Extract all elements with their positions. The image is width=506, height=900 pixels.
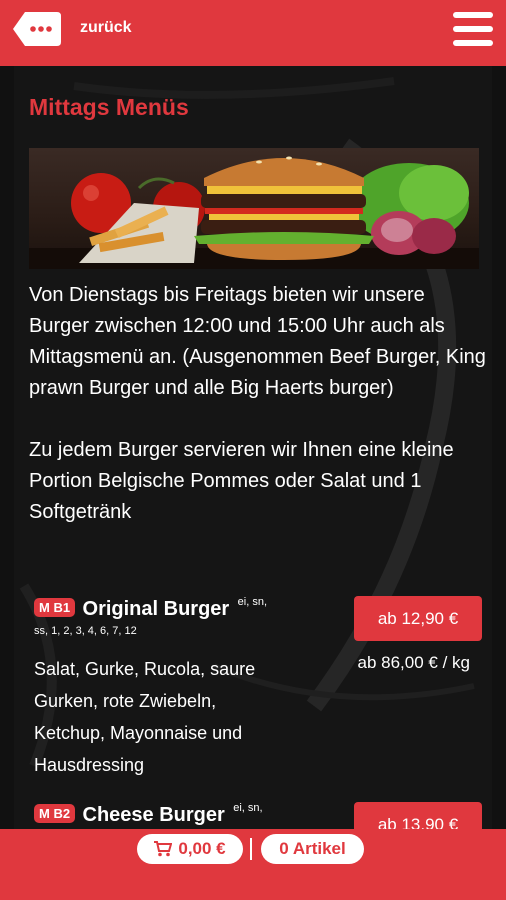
intro-paragraph-1: Von Dienstags bis Freitags bieten wir un… xyxy=(29,284,486,399)
intro-text: Von Dienstags bis Freitags bieten wir un… xyxy=(29,280,487,528)
item-allergens-inline: ei, sn, xyxy=(237,596,268,608)
menu-item-cheese-burger[interactable]: M B2 Cheese Burger ei, sn, ab 13,90 € xyxy=(34,802,482,829)
top-bar: zurück xyxy=(0,0,506,66)
cart-total: 0,00 € xyxy=(178,839,226,858)
hamburger-menu-icon[interactable] xyxy=(453,12,493,46)
item-code-badge: M B2 xyxy=(34,804,76,823)
cart-count-button[interactable]: 0 Artikel xyxy=(261,834,364,864)
burger-hero-image xyxy=(29,148,479,269)
burger-illustration xyxy=(29,156,479,269)
divider xyxy=(250,838,252,860)
cart-icon xyxy=(154,841,173,857)
back-label[interactable]: zurück xyxy=(80,19,132,37)
item-description: Salat, Gurke, Rucola, saure Gurken, rote… xyxy=(34,659,256,775)
item-unit-price: ab 86,00 € / kg xyxy=(357,653,470,672)
main-content[interactable]: Mittags Menüs Von Dienstags bis Freitags… xyxy=(14,66,492,829)
cart-count: 0 Artikel xyxy=(279,839,346,858)
intro-paragraph-2: Zu jedem Burger servieren wir Ihnen eine… xyxy=(29,439,454,523)
item-name[interactable]: Original Burger xyxy=(83,598,230,620)
add-to-cart-price-button[interactable]: ab 13,90 € xyxy=(354,802,482,829)
page-title: Mittags Menüs xyxy=(29,94,189,120)
back-button[interactable] xyxy=(13,12,61,46)
bottom-bar: 0,00 € 0 Artikel xyxy=(0,829,506,900)
back-tag-icon xyxy=(13,12,61,46)
menu-item-original-burger[interactable]: M B1 Original Burger ei, sn, ss, 1, 2, 3… xyxy=(34,596,482,781)
cart-total-button[interactable]: 0,00 € xyxy=(137,834,243,864)
item-allergens-inline: ei, sn, xyxy=(233,802,263,814)
item-code-badge: M B1 xyxy=(34,598,76,617)
add-to-cart-price-button[interactable]: ab 12,90 € xyxy=(354,596,482,641)
item-name[interactable]: Cheese Burger xyxy=(83,804,225,826)
